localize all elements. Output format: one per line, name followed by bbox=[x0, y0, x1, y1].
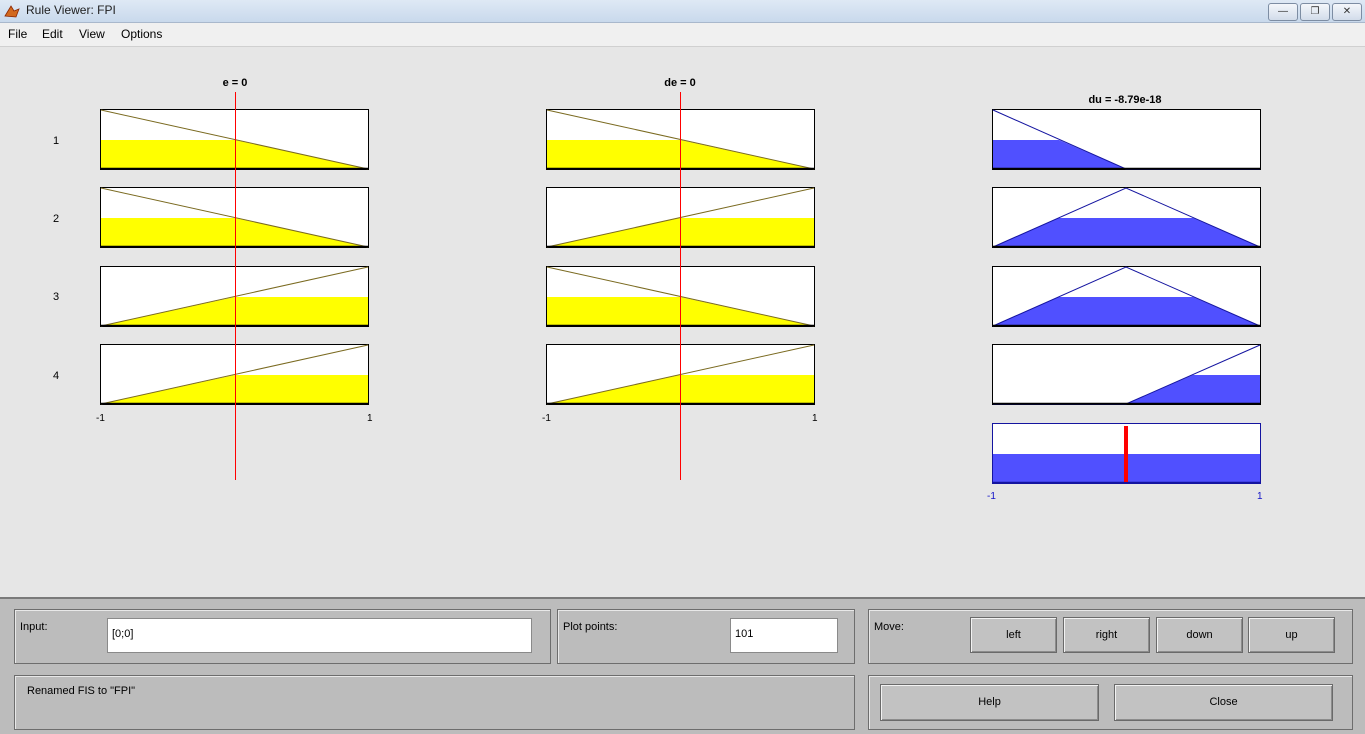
rule-number: 3 bbox=[53, 291, 60, 303]
rule-number: 2 bbox=[53, 213, 60, 225]
restore-button[interactable]: ❐ bbox=[1300, 3, 1330, 21]
close-window-button[interactable]: ✕ bbox=[1332, 3, 1362, 21]
rule2-de-mf-plot[interactable] bbox=[546, 187, 816, 249]
move-up-button[interactable]: up bbox=[1248, 617, 1335, 653]
de-axis-max-label: 1 bbox=[812, 413, 818, 424]
aggregated-output-plot[interactable] bbox=[992, 423, 1262, 485]
menu-file[interactable]: File bbox=[8, 27, 27, 41]
status-message: Renamed FIS to "FPI" bbox=[27, 685, 136, 697]
de-input-indicator-line[interactable] bbox=[680, 92, 681, 480]
plot-points-panel: Plot points: 101 bbox=[557, 609, 855, 664]
control-panel: Input: [0;0] Plot points: 101 Move: left… bbox=[0, 597, 1365, 734]
window-title: Rule Viewer: FPI bbox=[26, 3, 116, 17]
move-left-button[interactable]: left bbox=[970, 617, 1057, 653]
plot-points-label: Plot points: bbox=[563, 621, 618, 633]
rule-plot-area: e = 0 de = 0 du = -8.79e-18 1 2 3 4 -1 1 bbox=[0, 47, 1365, 597]
input-label: Input: bbox=[20, 621, 48, 633]
output-du-title: du = -8.79e-18 bbox=[1088, 94, 1162, 106]
du-axis-max-label: 1 bbox=[1257, 491, 1263, 502]
menu-view[interactable]: View bbox=[79, 27, 105, 41]
rule1-du-mf-plot[interactable] bbox=[992, 109, 1262, 171]
menu-options[interactable]: Options bbox=[121, 27, 162, 41]
move-panel: Move: left right down up bbox=[868, 609, 1353, 664]
rule1-de-mf-plot[interactable] bbox=[546, 109, 816, 171]
minimize-button[interactable]: — bbox=[1268, 3, 1298, 21]
move-down-button[interactable]: down bbox=[1156, 617, 1243, 653]
move-label: Move: bbox=[874, 621, 904, 633]
e-input-indicator-line[interactable] bbox=[235, 92, 236, 480]
rule3-de-mf-plot[interactable] bbox=[546, 266, 816, 328]
move-right-button[interactable]: right bbox=[1063, 617, 1150, 653]
menu-edit[interactable]: Edit bbox=[42, 27, 63, 41]
help-close-panel: Help Close bbox=[868, 675, 1353, 730]
rule4-de-mf-plot[interactable] bbox=[546, 344, 816, 406]
rule4-du-mf-plot[interactable] bbox=[992, 344, 1262, 406]
input-e-title: e = 0 bbox=[222, 77, 248, 89]
close-button[interactable]: Close bbox=[1114, 684, 1333, 721]
matlab-icon bbox=[4, 5, 20, 18]
input-de-title: de = 0 bbox=[664, 77, 696, 89]
title-bar: Rule Viewer: FPI — ❐ ✕ bbox=[0, 0, 1365, 23]
e-axis-max-label: 1 bbox=[367, 413, 373, 424]
e-axis-min-label: -1 bbox=[96, 413, 105, 424]
du-axis-min-label: -1 bbox=[987, 491, 996, 502]
rule-number: 4 bbox=[53, 370, 60, 382]
menu-bar: File Edit View Options bbox=[0, 23, 1365, 47]
rule-number: 1 bbox=[53, 135, 60, 147]
de-axis-min-label: -1 bbox=[542, 413, 551, 424]
defuzzified-output-marker bbox=[1124, 426, 1128, 482]
input-panel: Input: [0;0] bbox=[14, 609, 551, 664]
status-panel: Renamed FIS to "FPI" bbox=[14, 675, 855, 730]
rule3-du-mf-plot[interactable] bbox=[992, 266, 1262, 328]
rule2-du-mf-plot[interactable] bbox=[992, 187, 1262, 249]
input-vector-field[interactable]: [0;0] bbox=[107, 618, 532, 653]
help-button[interactable]: Help bbox=[880, 684, 1099, 721]
plot-points-field[interactable]: 101 bbox=[730, 618, 838, 653]
